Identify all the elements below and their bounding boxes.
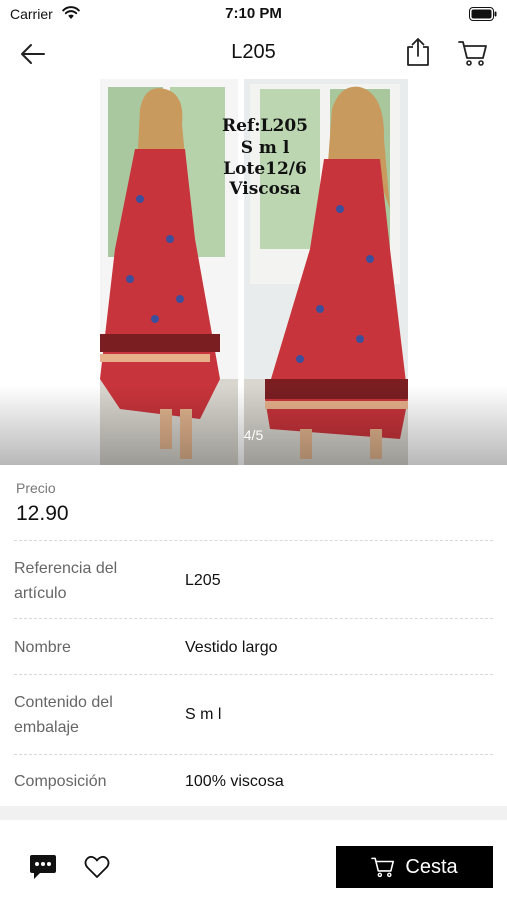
battery-icon [469, 7, 497, 26]
attribute-row-reference: Referencia del artículo L205 [14, 540, 493, 618]
image-counter: 4/5 [243, 427, 264, 443]
bottom-action-bar: Cesta [0, 820, 507, 900]
chat-icon [30, 855, 56, 879]
attribute-row-name: Nombre Vestido largo [14, 618, 493, 674]
back-button[interactable] [18, 39, 48, 69]
overlay-text-line: S m l [241, 138, 290, 158]
cart-icon [371, 857, 395, 878]
chat-button[interactable] [26, 852, 60, 882]
clock: 7:10 PM [225, 5, 282, 22]
overlay-text-line: Ref:L205 [222, 116, 308, 136]
attribute-value: S m l [185, 706, 222, 723]
overlay-text-line: Viscosa [228, 179, 300, 199]
navigation-bar: L205 [0, 28, 507, 78]
attribute-label: Nombre [14, 639, 71, 656]
attribute-value: Vestido largo [185, 639, 278, 656]
share-button[interactable] [402, 35, 434, 69]
attribute-label: Referencia del artículo [14, 560, 118, 602]
add-to-basket-button[interactable]: Cesta [336, 846, 493, 888]
share-icon [407, 38, 429, 66]
price-section: Precio 12.90 [16, 480, 494, 540]
price-label: Precio [16, 480, 56, 496]
attribute-row-composition: Composición 100% viscosa [14, 754, 493, 806]
favorite-button[interactable] [82, 853, 112, 881]
attribute-value: L205 [185, 572, 221, 589]
basket-button-label: Cesta [405, 855, 458, 878]
back-arrow-icon [21, 44, 45, 64]
overlay-text-line: Lote12/6 [223, 159, 307, 179]
product-image-gallery[interactable]: Ref:L205 S m l Lote12/6 Viscosa 4/5 [0, 79, 507, 465]
heart-icon [84, 855, 110, 878]
cart-icon [458, 41, 487, 66]
attribute-label: Composición [14, 773, 107, 790]
price-value: 12.90 [16, 502, 69, 525]
cart-button[interactable] [456, 37, 490, 69]
attribute-label: Contenido del embalaje [14, 694, 113, 736]
gallery-gradient-overlay [0, 385, 507, 465]
attribute-value: 100% viscosa [185, 773, 284, 790]
status-bar: Carrier 7:10 PM [0, 0, 507, 28]
attribute-row-package-content: Contenido del embalaje S m l [14, 674, 493, 754]
section-divider [0, 806, 507, 820]
